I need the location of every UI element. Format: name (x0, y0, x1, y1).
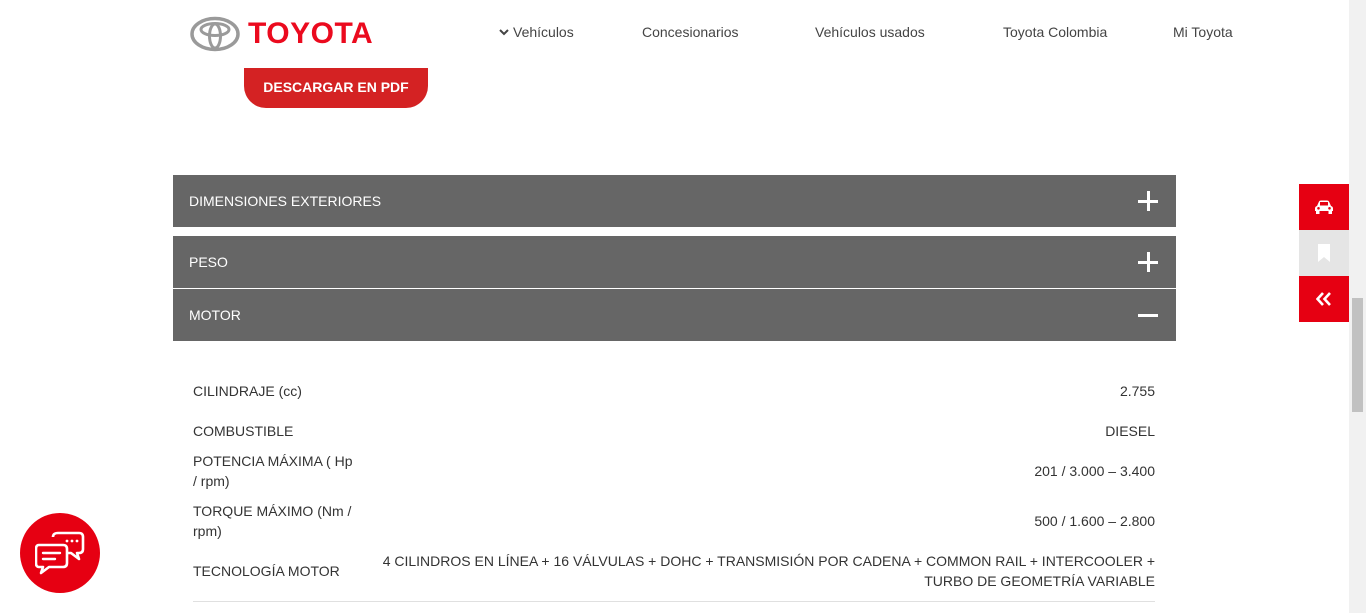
nav-item-vehiculos-usados[interactable]: Vehículos usados (815, 23, 925, 41)
spec-value: 2.755 (1119, 383, 1155, 399)
plus-icon (1138, 191, 1158, 211)
side-car-button[interactable] (1299, 184, 1349, 230)
spec-value: DIESEL (1105, 423, 1155, 439)
spec-label: CILINDRAJE (cc) (193, 383, 302, 399)
side-collapse-button[interactable] (1299, 276, 1349, 322)
chat-bubbles-icon (35, 531, 85, 575)
nav-item-label: Vehículos (513, 24, 574, 40)
minus-icon (1138, 305, 1158, 325)
side-bookmark-button[interactable] (1299, 230, 1349, 276)
accordion-label: DIMENSIONES EXTERIORES (189, 193, 382, 209)
scrollbar-thumb[interactable] (1352, 298, 1363, 412)
accordion-dimensiones-exteriores[interactable]: DIMENSIONES EXTERIORES (173, 175, 1176, 227)
accordion-peso[interactable]: PESO (173, 236, 1176, 288)
nav-item-toyota-colombia[interactable]: Toyota Colombia (1003, 23, 1107, 41)
spec-value: 4 CILINDROS EN LÍNEA + 16 VÁLVULAS + DOH… (382, 553, 1155, 589)
page-scrollbar[interactable] (1349, 0, 1366, 613)
spec-label: POTENCIA MÁXIMA ( Hp / rpm) (193, 453, 353, 489)
accordion-label: PESO (189, 254, 228, 270)
double-chevron-left-icon (1316, 292, 1331, 306)
nav-item-mi-toyota[interactable]: Mi Toyota (1173, 23, 1233, 41)
spec-value: 500 / 1.600 – 2.800 (1034, 513, 1155, 529)
site-header: TOYOTA Vehículos Concesionarios Vehículo… (0, 0, 1349, 64)
toyota-logo[interactable]: TOYOTA (190, 16, 373, 52)
accordion-motor[interactable]: MOTOR (173, 289, 1176, 341)
nav-item-concesionarios[interactable]: Concesionarios (642, 23, 739, 41)
spec-label: TORQUE MÁXIMO (Nm / rpm) (193, 503, 352, 539)
car-icon (1315, 200, 1333, 214)
chevron-down-icon (499, 29, 509, 36)
spec-label: TECNOLOGÍA MOTOR (193, 563, 340, 579)
chat-button[interactable] (20, 513, 100, 593)
plus-icon (1138, 252, 1158, 272)
spec-label: COMBUSTIBLE (193, 423, 294, 439)
accordion-label: MOTOR (189, 307, 241, 323)
brand-wordmark: TOYOTA (248, 17, 374, 50)
nav-item-vehiculos[interactable]: Vehículos (498, 23, 574, 41)
divider (193, 601, 1155, 602)
toyota-emblem-icon (190, 16, 240, 52)
bookmark-icon (1318, 244, 1330, 262)
spec-value: 201 / 3.000 – 3.400 (1034, 463, 1155, 479)
download-pdf-button[interactable]: DESCARGAR EN PDF (244, 68, 428, 108)
